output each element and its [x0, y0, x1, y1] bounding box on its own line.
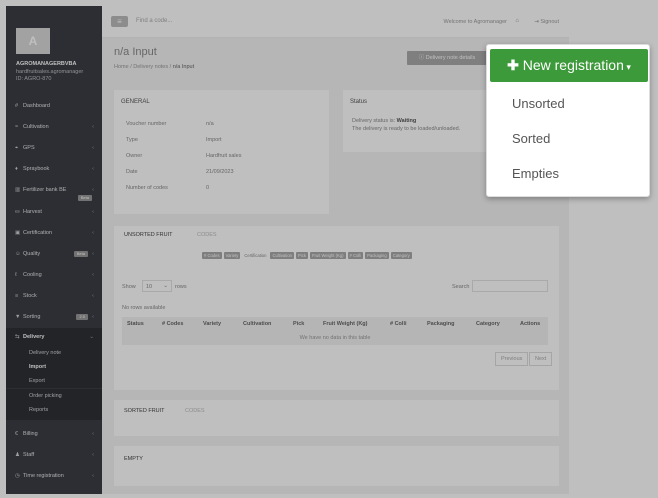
new-registration-dropdown: ✚ New registration ▾ Unsorted Sorted Emp…	[486, 44, 650, 197]
menu-item-empties[interactable]: Empties	[512, 166, 559, 181]
caret-down-icon: ▾	[623, 62, 631, 72]
menu-item-sorted[interactable]: Sorted	[512, 131, 550, 146]
app-window: A AGROMANAGERBVBA hardfruitsales.agroman…	[0, 0, 658, 498]
new-registration-button[interactable]: ✚ New registration ▾	[490, 49, 648, 82]
new-registration-label: New registration	[522, 57, 624, 73]
menu-item-unsorted[interactable]: Unsorted	[512, 96, 565, 111]
plus-icon: ✚	[507, 57, 523, 73]
